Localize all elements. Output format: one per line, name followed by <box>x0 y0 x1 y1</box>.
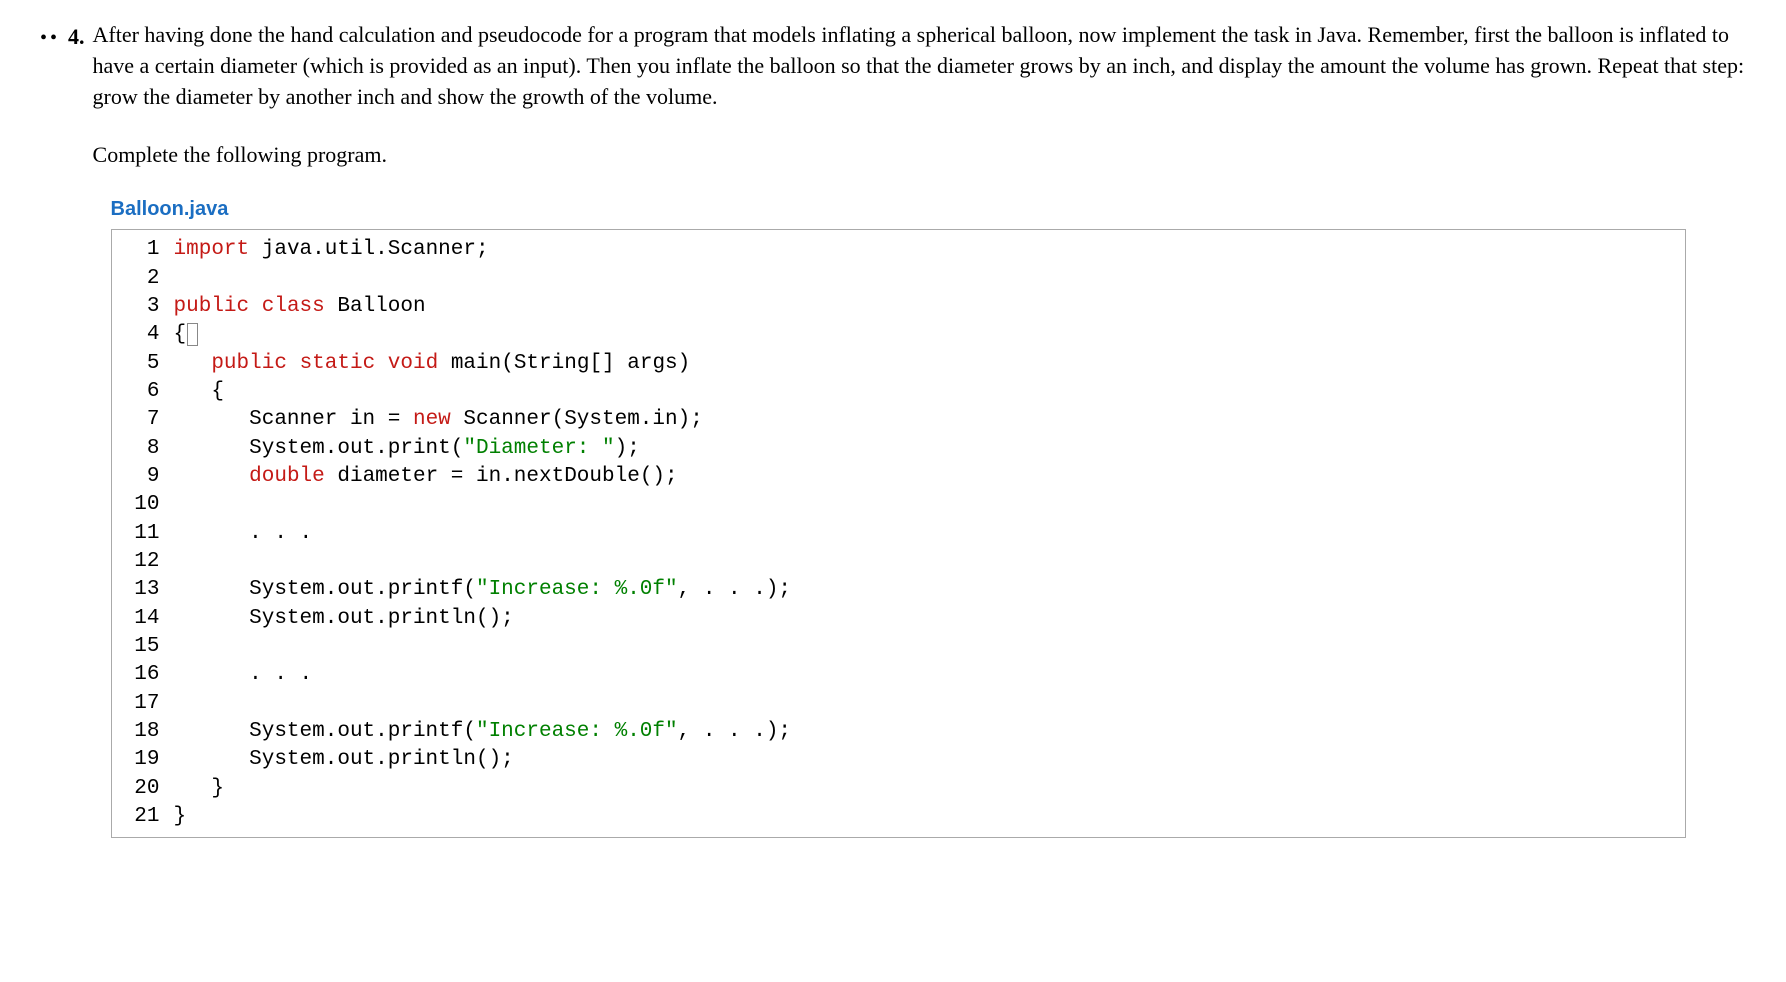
line-number: 16 <box>112 661 174 689</box>
line-content: . . . <box>174 520 1685 548</box>
line-content: public static void main(String[] args) <box>174 350 1685 378</box>
line-content <box>174 690 1685 718</box>
code-line: 10 <box>112 491 1685 519</box>
line-number: 17 <box>112 690 174 718</box>
line-number: 2 <box>112 265 174 293</box>
line-number: 13 <box>112 576 174 604</box>
line-number: 19 <box>112 746 174 774</box>
line-content: double diameter = in.nextDouble(); <box>174 463 1685 491</box>
line-content <box>174 548 1685 576</box>
line-number: 10 <box>112 491 174 519</box>
line-content: Scanner in = new Scanner(System.in); <box>174 406 1685 434</box>
code-line: 18 System.out.printf("Increase: %.0f", .… <box>112 718 1685 746</box>
code-line: 6 { <box>112 378 1685 406</box>
code-line: 12 <box>112 548 1685 576</box>
code-line: 17 <box>112 690 1685 718</box>
code-line: 1import java.util.Scanner; <box>112 236 1685 264</box>
code-line: 3public class Balloon <box>112 293 1685 321</box>
code-line: 16 . . . <box>112 661 1685 689</box>
code-line: 13 System.out.printf("Increase: %.0f", .… <box>112 576 1685 604</box>
line-number: 7 <box>112 406 174 434</box>
line-number: 6 <box>112 378 174 406</box>
line-content: System.out.printf("Increase: %.0f", . . … <box>174 718 1685 746</box>
line-number: 4 <box>112 321 174 349</box>
code-line: 7 Scanner in = new Scanner(System.in); <box>112 406 1685 434</box>
code-line: 15 <box>112 633 1685 661</box>
line-number: 11 <box>112 520 174 548</box>
code-line: 14 System.out.println(); <box>112 605 1685 633</box>
question-body: After having done the hand calculation a… <box>93 20 1746 838</box>
line-number: 18 <box>112 718 174 746</box>
line-content: . . . <box>174 661 1685 689</box>
line-content: public class Balloon <box>174 293 1685 321</box>
line-content: { <box>174 321 1685 349</box>
line-content: System.out.println(); <box>174 605 1685 633</box>
line-content <box>174 633 1685 661</box>
code-line: 19 System.out.println(); <box>112 746 1685 774</box>
line-number: 8 <box>112 435 174 463</box>
code-line: 11 . . . <box>112 520 1685 548</box>
code-block: 1import java.util.Scanner;2 3public clas… <box>111 229 1686 838</box>
question-number: 4. <box>68 20 85 838</box>
code-line: 2 <box>112 265 1685 293</box>
filename-label: Balloon.java <box>111 195 1746 223</box>
instruction-text: Complete the following program. <box>93 140 1746 171</box>
line-content: import java.util.Scanner; <box>174 236 1685 264</box>
difficulty-bullets: •• <box>40 20 60 838</box>
code-line: 4{ <box>112 321 1685 349</box>
line-number: 21 <box>112 803 174 831</box>
code-line: 20 } <box>112 775 1685 803</box>
line-number: 3 <box>112 293 174 321</box>
line-content: { <box>174 378 1685 406</box>
code-line: 8 System.out.print("Diameter: "); <box>112 435 1685 463</box>
line-number: 15 <box>112 633 174 661</box>
code-line: 21} <box>112 803 1685 831</box>
line-number: 1 <box>112 236 174 264</box>
line-number: 12 <box>112 548 174 576</box>
line-number: 14 <box>112 605 174 633</box>
question-text: After having done the hand calculation a… <box>93 20 1746 112</box>
line-content <box>174 265 1685 293</box>
question-container: •• 4. After having done the hand calcula… <box>40 20 1746 838</box>
line-content: System.out.print("Diameter: "); <box>174 435 1685 463</box>
line-number: 5 <box>112 350 174 378</box>
cursor-icon <box>187 323 198 346</box>
line-number: 20 <box>112 775 174 803</box>
code-line: 9 double diameter = in.nextDouble(); <box>112 463 1685 491</box>
line-content: System.out.printf("Increase: %.0f", . . … <box>174 576 1685 604</box>
line-content: System.out.println(); <box>174 746 1685 774</box>
code-line: 5 public static void main(String[] args) <box>112 350 1685 378</box>
line-content <box>174 491 1685 519</box>
line-content: } <box>174 803 1685 831</box>
line-content: } <box>174 775 1685 803</box>
line-number: 9 <box>112 463 174 491</box>
